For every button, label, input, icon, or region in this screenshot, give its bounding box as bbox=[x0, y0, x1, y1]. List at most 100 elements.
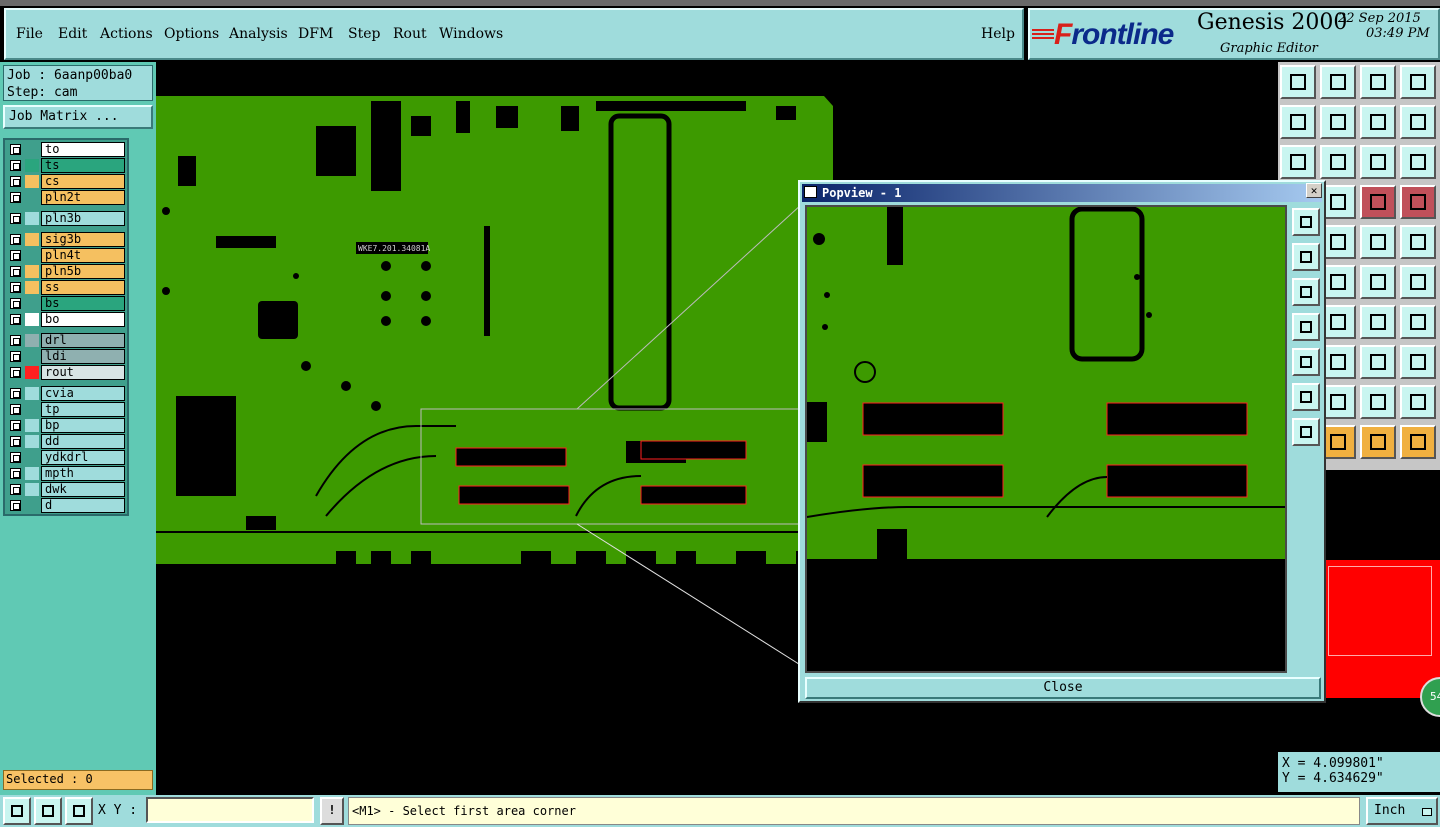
rotate-icon[interactable] bbox=[1360, 305, 1396, 339]
xy-input[interactable] bbox=[146, 797, 314, 823]
pick-icon[interactable] bbox=[1400, 265, 1436, 299]
layer-checkbox[interactable] bbox=[10, 468, 21, 479]
ruler-icon[interactable] bbox=[1360, 225, 1396, 259]
layer-row-d[interactable]: d bbox=[7, 498, 125, 513]
layer-row-bo[interactable]: bo bbox=[7, 312, 125, 327]
zigzag-icon[interactable] bbox=[1400, 105, 1436, 139]
split-icon[interactable] bbox=[1400, 305, 1436, 339]
move-left-icon[interactable] bbox=[1280, 105, 1316, 139]
layer-row-mpth[interactable]: mpth bbox=[7, 466, 125, 481]
layer-row-pln4t[interactable]: pln4t bbox=[7, 248, 125, 263]
home-icon[interactable] bbox=[1360, 65, 1396, 99]
move-down-icon[interactable] bbox=[1292, 278, 1320, 306]
arc-icon[interactable] bbox=[1360, 385, 1396, 419]
layer-row-cs[interactable]: cs bbox=[7, 174, 125, 189]
menu-file[interactable]: File bbox=[16, 26, 43, 42]
arc-icon[interactable] bbox=[1400, 385, 1436, 419]
layer-checkbox[interactable] bbox=[10, 176, 21, 187]
layer-checkbox[interactable] bbox=[10, 144, 21, 155]
move-right-icon[interactable] bbox=[1292, 348, 1320, 376]
menu-dfm[interactable]: DFM bbox=[298, 26, 333, 42]
layer-checkbox[interactable] bbox=[10, 404, 21, 415]
move-left-icon[interactable] bbox=[1292, 313, 1320, 341]
layer-row-bp[interactable]: bp bbox=[7, 418, 125, 433]
layer-row-ts[interactable]: ts bbox=[7, 158, 125, 173]
select-icon[interactable] bbox=[1400, 425, 1436, 459]
layer-checkbox[interactable] bbox=[10, 298, 21, 309]
zoom-center-icon[interactable] bbox=[1320, 145, 1356, 179]
menu-actions[interactable]: Actions bbox=[100, 26, 153, 42]
layer-checkbox[interactable] bbox=[10, 351, 21, 362]
pick-icon[interactable] bbox=[1360, 265, 1396, 299]
zoom-in-icon[interactable] bbox=[1292, 208, 1320, 236]
layer-checkbox[interactable] bbox=[10, 500, 21, 511]
layer-row-rout[interactable]: rout bbox=[7, 365, 125, 380]
pan-icon[interactable] bbox=[1360, 105, 1396, 139]
layer-name: mpth bbox=[41, 466, 125, 481]
popview-title-bar[interactable]: Popview - 1 bbox=[802, 184, 1322, 202]
layer-checkbox[interactable] bbox=[10, 250, 21, 261]
close-icon[interactable]: ✕ bbox=[1306, 183, 1322, 198]
dot-icon[interactable] bbox=[1400, 225, 1436, 259]
layer-checkbox[interactable] bbox=[10, 192, 21, 203]
layer-checkbox[interactable] bbox=[10, 160, 21, 171]
layer-row-ldi[interactable]: ldi bbox=[7, 349, 125, 364]
menu-help[interactable]: Help bbox=[981, 26, 1015, 42]
warning-icon[interactable]: ! bbox=[320, 797, 344, 825]
move-up-icon[interactable] bbox=[1292, 243, 1320, 271]
menu-analysis[interactable]: Analysis bbox=[229, 26, 288, 42]
layer-checkbox[interactable] bbox=[10, 266, 21, 277]
zoom-fit-icon[interactable] bbox=[1292, 383, 1320, 411]
move-up-icon[interactable] bbox=[1280, 65, 1316, 99]
layer-checkbox[interactable] bbox=[10, 282, 21, 293]
move-down-icon[interactable] bbox=[1320, 65, 1356, 99]
help-icon[interactable] bbox=[1400, 145, 1436, 179]
layer-checkbox[interactable] bbox=[10, 452, 21, 463]
popview-zoom-view[interactable] bbox=[805, 205, 1287, 673]
layer-row-dd[interactable]: dd bbox=[7, 434, 125, 449]
layer-row-drl[interactable]: drl bbox=[7, 333, 125, 348]
layer-row-dwk[interactable]: dwk bbox=[7, 482, 125, 497]
layer-checkbox[interactable] bbox=[10, 436, 21, 447]
layer-row-cvia[interactable]: cvia bbox=[7, 386, 125, 401]
layer-checkbox[interactable] bbox=[10, 484, 21, 495]
layer-checkbox[interactable] bbox=[10, 335, 21, 346]
scale-1-2-icon[interactable] bbox=[1360, 145, 1396, 179]
layer-row-ydkdrl[interactable]: ydkdrl bbox=[7, 450, 125, 465]
snap-grid-icon[interactable] bbox=[65, 797, 93, 825]
menu-rout[interactable]: Rout bbox=[393, 26, 427, 42]
layer-row-pln5b[interactable]: pln5b bbox=[7, 264, 125, 279]
menu-options[interactable]: Options bbox=[164, 26, 219, 42]
move-right-icon[interactable] bbox=[1320, 105, 1356, 139]
zoom-area-icon[interactable] bbox=[3, 797, 31, 825]
layer-toggle-icon[interactable] bbox=[1400, 185, 1436, 219]
pad-icon[interactable] bbox=[1360, 345, 1396, 379]
menu-windows[interactable]: Windows bbox=[439, 26, 503, 42]
job-matrix-button[interactable]: Job Matrix ... bbox=[3, 105, 153, 129]
layer-row-sig3b[interactable]: sig3b bbox=[7, 232, 125, 247]
measure-icon[interactable] bbox=[34, 797, 62, 825]
layer-row-pln3b[interactable]: pln3b bbox=[7, 211, 125, 226]
shapes-icon[interactable] bbox=[1400, 345, 1436, 379]
layer-checkbox[interactable] bbox=[10, 213, 21, 224]
layer-toggle-icon[interactable] bbox=[1360, 185, 1396, 219]
menu-step[interactable]: Step bbox=[348, 26, 380, 42]
units-select[interactable]: Inch bbox=[1366, 797, 1438, 825]
layer-checkbox[interactable] bbox=[10, 234, 21, 245]
layer-row-to[interactable]: to bbox=[7, 142, 125, 157]
select-icon[interactable] bbox=[1360, 425, 1396, 459]
popview-close-button[interactable]: Close bbox=[805, 677, 1321, 699]
layer-row-bs[interactable]: bs bbox=[7, 296, 125, 311]
window-split-icon[interactable] bbox=[1400, 65, 1436, 99]
layer-checkbox[interactable] bbox=[10, 367, 21, 378]
layer-row-pln2t[interactable]: pln2t bbox=[7, 190, 125, 205]
fit-icon[interactable] bbox=[1280, 145, 1316, 179]
layer-row-tp[interactable]: tp bbox=[7, 402, 125, 417]
layer-checkbox[interactable] bbox=[10, 388, 21, 399]
popview-window[interactable]: Popview - 1 ✕ Close bbox=[798, 180, 1326, 703]
layer-checkbox[interactable] bbox=[10, 420, 21, 431]
layer-checkbox[interactable] bbox=[10, 314, 21, 325]
menu-edit[interactable]: Edit bbox=[58, 26, 87, 42]
layer-row-ss[interactable]: ss bbox=[7, 280, 125, 295]
zoom-out-icon[interactable] bbox=[1292, 418, 1320, 446]
